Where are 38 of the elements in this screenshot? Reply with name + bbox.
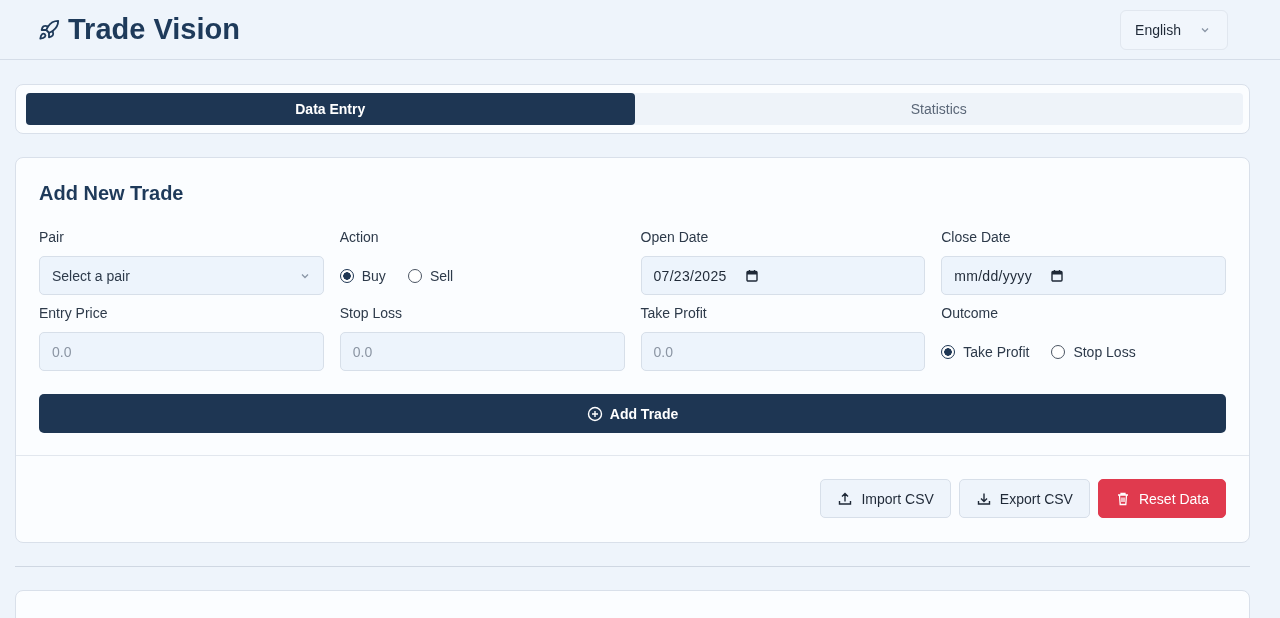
field-label: Pair xyxy=(39,229,65,246)
field-label: Entry Price xyxy=(39,305,109,322)
field-label: Close Date xyxy=(941,229,1012,246)
radio-label: Take Profit xyxy=(963,343,1030,360)
field-label: Open Date xyxy=(640,229,710,246)
date-value: mm/dd/yyyy xyxy=(954,267,1032,284)
radio-label: Stop Loss xyxy=(1073,343,1136,360)
calendar-icon xyxy=(744,268,759,283)
rocket-icon xyxy=(38,18,60,41)
add-trade-button[interactable]: Add Trade xyxy=(39,394,1226,433)
radio-button[interactable] xyxy=(941,344,956,359)
radio-button[interactable] xyxy=(1051,344,1066,359)
field-label: Stop Loss xyxy=(339,305,403,322)
input-field[interactable]: 0.0 xyxy=(39,332,324,371)
date-field[interactable]: 07/23/2025 xyxy=(640,256,926,295)
app-title: Trade Vision xyxy=(68,13,240,46)
upload-icon xyxy=(837,490,854,507)
calendar-icon xyxy=(1049,268,1064,283)
language-select[interactable]: English xyxy=(1120,9,1228,50)
date-field[interactable]: mm/dd/yyyy xyxy=(941,256,1226,295)
import-button[interactable]: Import CSV xyxy=(820,479,951,518)
radio-label: Buy xyxy=(361,267,386,284)
date-value: 07/23/2025 xyxy=(653,267,727,284)
input-field[interactable]: 0.0 xyxy=(640,332,926,371)
tab[interactable]: Statistics xyxy=(634,93,1243,125)
export-button[interactable]: Export CSV xyxy=(958,479,1090,518)
pair-select[interactable]: Select a pair xyxy=(39,256,324,295)
field-label: Outcome xyxy=(941,305,1000,322)
field-label: Take Profit xyxy=(640,305,708,322)
radio-button[interactable] xyxy=(339,268,354,283)
reset-button[interactable]: Reset Data xyxy=(1097,479,1226,518)
form-title: Add New Trade xyxy=(39,182,185,205)
tab[interactable]: Data Entry xyxy=(26,93,635,125)
input-field[interactable]: 0.0 xyxy=(339,332,625,371)
field-label: Action xyxy=(339,229,380,246)
plus-circle-icon xyxy=(586,405,603,422)
radio-label: Sell xyxy=(429,267,454,284)
radio-button[interactable] xyxy=(407,268,422,283)
